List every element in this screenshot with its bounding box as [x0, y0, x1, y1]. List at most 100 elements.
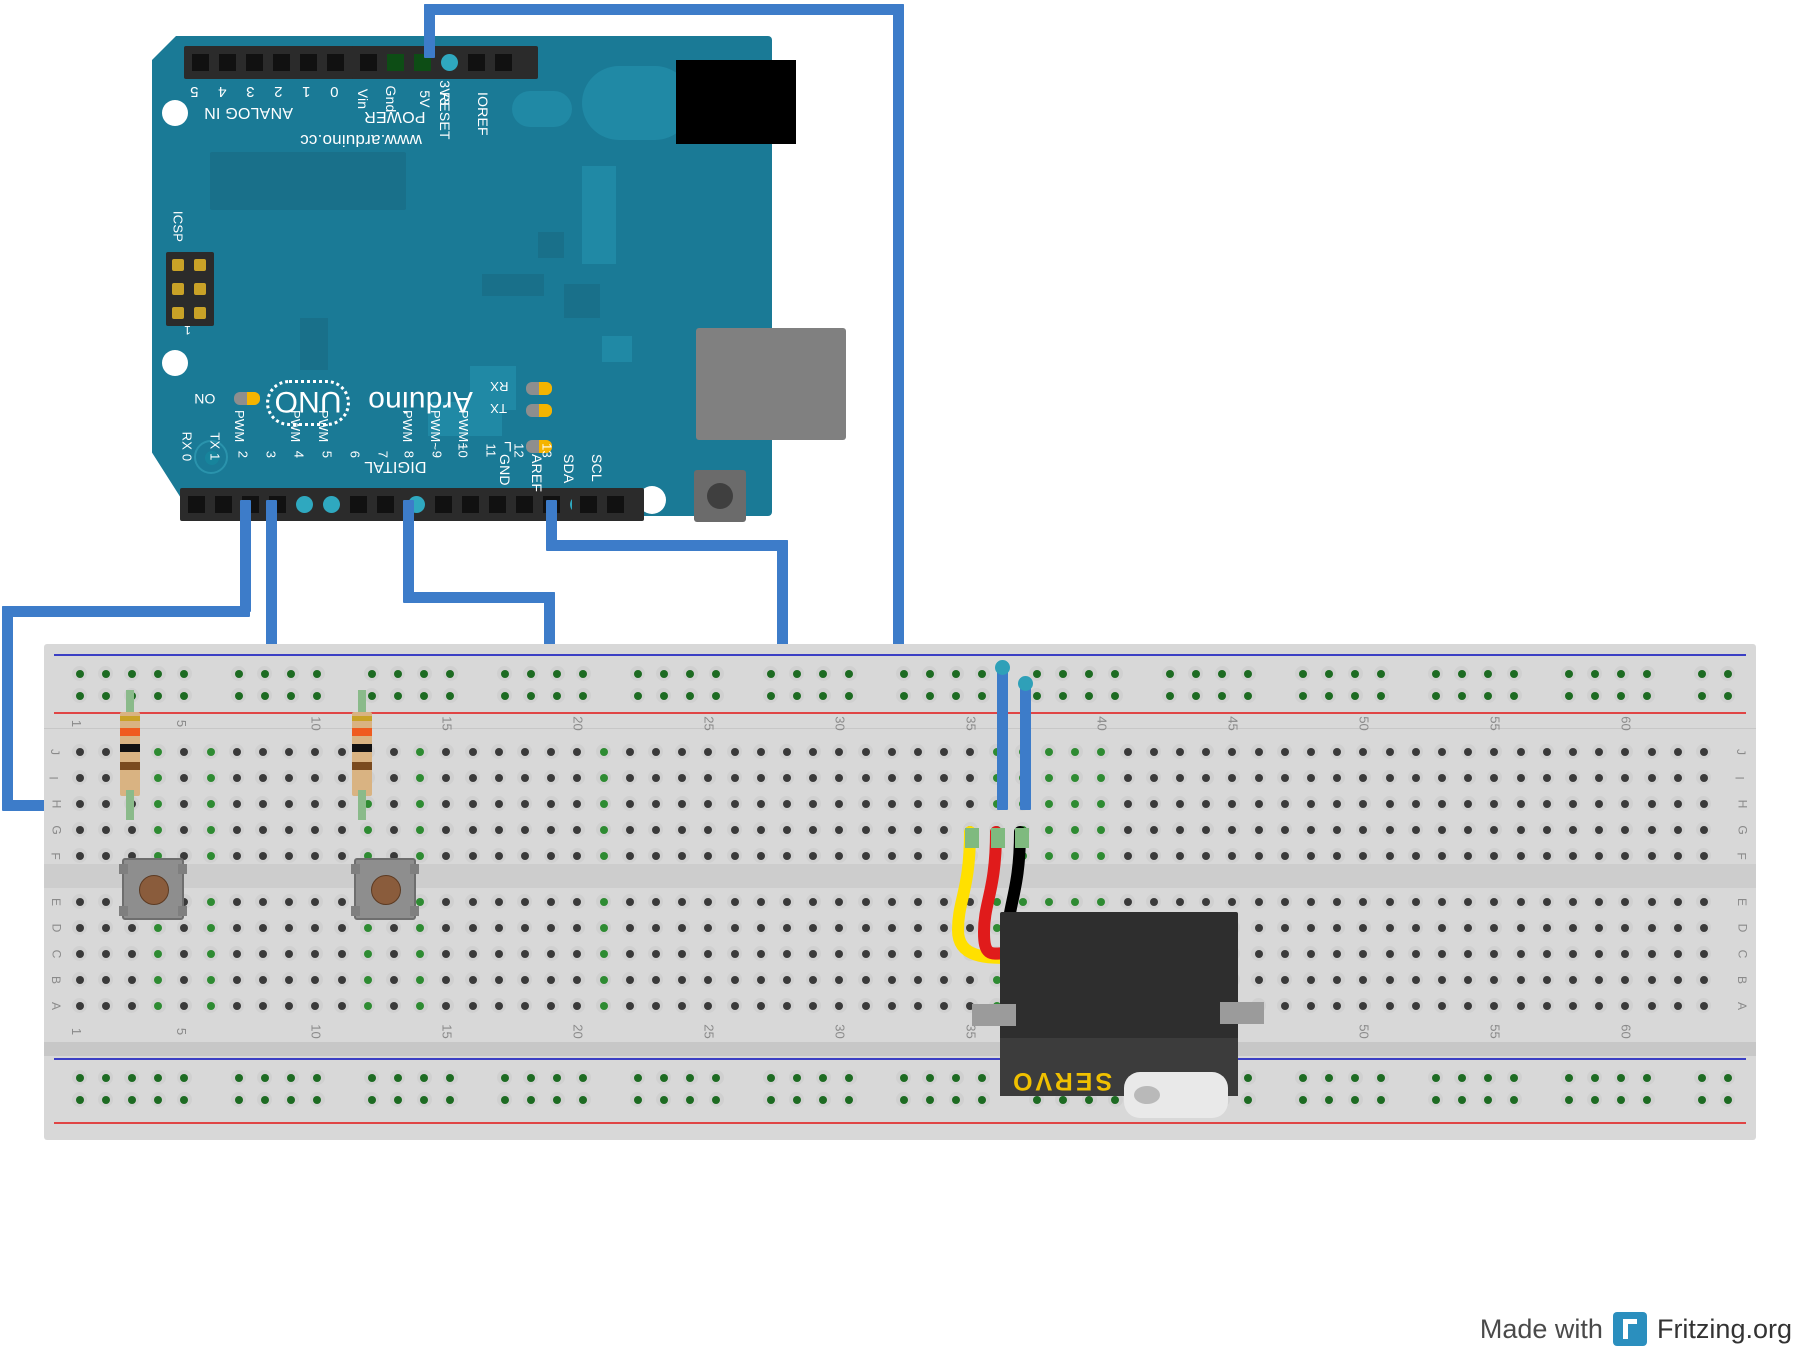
pushbutton-1[interactable]: [119, 858, 187, 920]
breadboard-rail-hole[interactable]: [283, 1092, 299, 1107]
breadboard-hole[interactable]: [491, 972, 507, 987]
breadboard-hole[interactable]: [779, 848, 795, 863]
breadboard-hole[interactable]: [700, 822, 716, 837]
breadboard-hole[interactable]: [72, 796, 87, 811]
breadboard-hole[interactable]: [674, 770, 690, 785]
breadboard-hole[interactable]: [936, 796, 952, 811]
breadboard-rail-hole[interactable]: [150, 1092, 166, 1107]
breadboard-hole[interactable]: [831, 894, 847, 909]
breadboard-rail-hole[interactable]: [1347, 688, 1363, 703]
breadboard-hole[interactable]: [831, 946, 847, 961]
breadboard-rail-hole[interactable]: [1107, 688, 1123, 703]
breadboard-rail-hole[interactable]: [364, 1070, 380, 1085]
breadboard-rail-hole[interactable]: [416, 666, 432, 681]
wire-servo-power[interactable]: [997, 662, 1008, 810]
breadboard-hole[interactable]: [229, 972, 245, 987]
breadboard-hole[interactable]: [72, 894, 87, 909]
breadboard-rail-hole[interactable]: [708, 666, 724, 681]
breadboard-hole[interactable]: [831, 770, 847, 785]
breadboard-hole[interactable]: [438, 894, 454, 909]
breadboard-hole[interactable]: [1670, 770, 1686, 785]
breadboard-hole[interactable]: [884, 744, 900, 759]
breadboard-rail-hole[interactable]: [1587, 1070, 1603, 1085]
breadboard-hole[interactable]: [1617, 770, 1633, 785]
breadboard-hole[interactable]: [596, 946, 611, 961]
breadboard-hole[interactable]: [438, 998, 454, 1013]
breadboard-hole[interactable]: [1251, 770, 1266, 785]
breadboard-hole[interactable]: [412, 770, 428, 785]
breadboard-hole[interactable]: [858, 848, 873, 863]
breadboard-hole[interactable]: [465, 796, 480, 811]
breadboard-rail-hole[interactable]: [497, 1092, 513, 1107]
breadboard-hole[interactable]: [334, 894, 349, 909]
breadboard-hole[interactable]: [1670, 796, 1686, 811]
breadboard-hole[interactable]: [1355, 972, 1371, 987]
breadboard-rail-hole[interactable]: [1480, 1092, 1496, 1107]
breadboard-hole[interactable]: [1670, 972, 1686, 987]
breadboard-hole[interactable]: [779, 972, 795, 987]
breadboard-hole[interactable]: [1382, 894, 1397, 909]
breadboard-rail-hole[interactable]: [1081, 688, 1097, 703]
breadboard-rail-hole[interactable]: [257, 666, 273, 681]
breadboard-hole[interactable]: [648, 972, 664, 987]
breadboard-rail-hole[interactable]: [656, 1070, 672, 1085]
breadboard-hole[interactable]: [1434, 894, 1450, 909]
breadboard-hole[interactable]: [1486, 796, 1502, 811]
breadboard-rail-hole[interactable]: [575, 1070, 591, 1085]
breadboard-rail-hole[interactable]: [1561, 688, 1577, 703]
breadboard-rail-hole[interactable]: [497, 666, 513, 681]
breadboard-hole[interactable]: [1198, 796, 1214, 811]
breadboard-hole[interactable]: [622, 946, 638, 961]
arduino-uno-board[interactable]: ICSP 1 5 4 3 2 1 0 ANALOG IN Vin Gnd 5V: [151, 35, 846, 522]
breadboard-rail-hole[interactable]: [1506, 1092, 1522, 1107]
breadboard-hole[interactable]: [753, 770, 769, 785]
breadboard-hole[interactable]: [858, 894, 873, 909]
wire-d2-left-vertical[interactable]: [2, 606, 13, 806]
breadboard-hole[interactable]: [1460, 770, 1476, 785]
breadboard-rail-hole[interactable]: [1613, 1092, 1629, 1107]
breadboard-rail-hole[interactable]: [176, 666, 192, 681]
breadboard-hole[interactable]: [779, 920, 795, 935]
breadboard-rail-hole[interactable]: [1639, 1092, 1655, 1107]
breadboard-hole[interactable]: [648, 822, 664, 837]
breadboard-hole[interactable]: [884, 894, 900, 909]
breadboard-hole[interactable]: [229, 848, 245, 863]
breadboard-hole[interactable]: [543, 894, 559, 909]
breadboard-hole[interactable]: [936, 770, 952, 785]
breadboard-hole[interactable]: [255, 946, 271, 961]
breadboard-hole[interactable]: [910, 770, 926, 785]
breadboard-hole[interactable]: [438, 796, 454, 811]
breadboard-hole[interactable]: [360, 946, 376, 961]
breadboard-hole[interactable]: [674, 796, 690, 811]
breadboard-hole[interactable]: [1644, 946, 1659, 961]
breadboard-hole[interactable]: [700, 744, 716, 759]
breadboard-rail-hole[interactable]: [1428, 1070, 1444, 1085]
breadboard-hole[interactable]: [1224, 796, 1240, 811]
breadboard-hole[interactable]: [569, 998, 585, 1013]
breadboard-hole[interactable]: [386, 770, 402, 785]
breadboard-hole[interactable]: [1355, 946, 1371, 961]
breadboard-hole[interactable]: [1382, 770, 1397, 785]
breadboard-hole[interactable]: [753, 920, 769, 935]
breadboard-hole[interactable]: [255, 770, 271, 785]
breadboard-rail-hole[interactable]: [98, 1092, 114, 1107]
breadboard-hole[interactable]: [72, 946, 87, 961]
breadboard-hole[interactable]: [1067, 744, 1083, 759]
digital-pin-3[interactable]: [291, 491, 318, 518]
breadboard-hole[interactable]: [753, 998, 769, 1013]
digital-pin-sda[interactable]: [575, 491, 602, 518]
breadboard-hole[interactable]: [491, 796, 507, 811]
breadboard-hole[interactable]: [962, 796, 978, 811]
breadboard-rail-hole[interactable]: [309, 688, 325, 703]
breadboard-rail-hole[interactable]: [1214, 688, 1230, 703]
power-pin-vin[interactable]: [355, 49, 382, 76]
breadboard-hole[interactable]: [596, 770, 611, 785]
breadboard-rail-hole[interactable]: [763, 1070, 779, 1085]
breadboard-rail-hole[interactable]: [682, 688, 698, 703]
breadboard-rail-hole[interactable]: [1428, 1092, 1444, 1107]
breadboard-hole[interactable]: [334, 796, 349, 811]
breadboard-hole[interactable]: [360, 822, 376, 837]
breadboard-hole[interactable]: [622, 822, 638, 837]
breadboard-hole[interactable]: [648, 998, 664, 1013]
breadboard-hole[interactable]: [98, 770, 114, 785]
